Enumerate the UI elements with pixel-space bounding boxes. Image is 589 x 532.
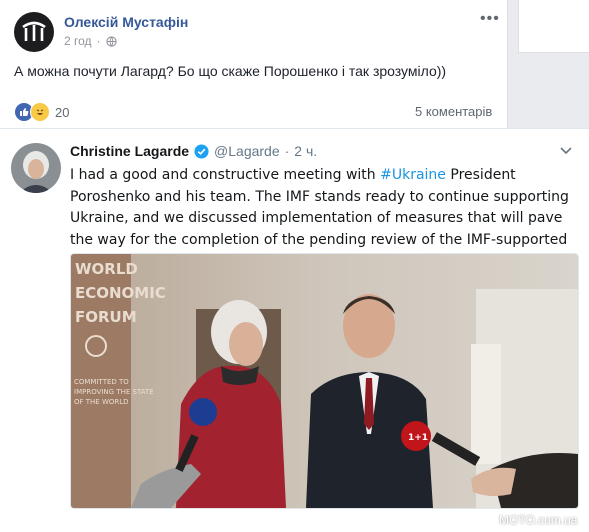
post-time[interactable]: 2 год	[64, 34, 92, 48]
sign-line: FORUM	[75, 308, 137, 326]
author-name-link[interactable]: Олексій Мустафін	[64, 14, 188, 30]
globe-icon[interactable]	[105, 35, 117, 47]
tagline-line: COMMITTED TO	[74, 378, 129, 386]
ellipsis-icon[interactable]: •••	[480, 10, 500, 28]
chevron-down-icon[interactable]	[560, 147, 572, 155]
post-meta: 2 год ·	[64, 34, 117, 48]
tweet-avatar[interactable]	[11, 143, 61, 193]
side-panel	[518, 0, 589, 53]
watermark: MOTO.com.ua	[499, 513, 578, 527]
reaction-count: 20	[55, 104, 70, 120]
reactions-summary[interactable]: 20	[14, 102, 69, 122]
tweet-author-name[interactable]: Christine Lagarde	[70, 143, 189, 159]
verified-badge-icon	[194, 143, 209, 159]
facebook-post: Олексій Мустафін 2 год · ••• А можна поч…	[0, 0, 508, 130]
post-text: А можна почути Лагард? Бо що скаже Порош…	[14, 63, 447, 79]
author-avatar[interactable]	[14, 12, 54, 52]
tweet-header: Christine Lagarde @Lagarde · 2 ч.	[70, 143, 317, 159]
separator: ·	[284, 143, 290, 159]
embedded-tweet: Christine Lagarde @Lagarde · 2 ч. I had …	[0, 128, 589, 532]
tagline-line: IMPROVING THE STATE	[74, 388, 154, 396]
comments-link[interactable]: 5 коментарів	[415, 104, 492, 119]
sign-line: WORLD	[75, 260, 138, 278]
tweet-text-part: I had a good and constructive meeting wi…	[70, 167, 381, 183]
tamga-logo-icon	[22, 21, 46, 41]
sign-line: ECONOMIC	[75, 284, 166, 302]
mic-label: 1+1	[408, 433, 428, 443]
tweet-photo[interactable]: WORLD ECONOMIC FORUM COMMITTED TO IMPROV…	[70, 253, 579, 509]
tagline-line: OF THE WORLD	[74, 398, 129, 406]
tweet-time[interactable]: 2 ч.	[294, 143, 317, 159]
haha-reaction-icon	[30, 102, 50, 122]
hashtag-link[interactable]: #Ukraine	[380, 167, 446, 183]
tweet-handle[interactable]: @Lagarde	[214, 143, 280, 159]
